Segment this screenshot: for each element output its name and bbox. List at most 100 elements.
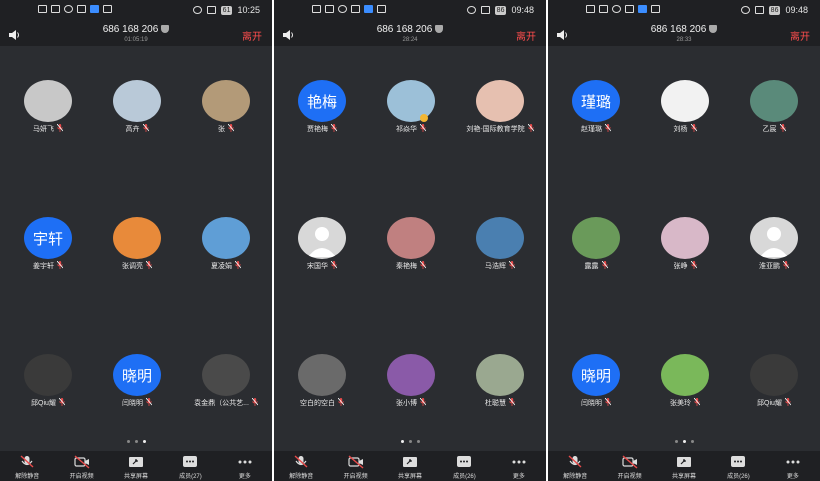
participant-tile[interactable]: 高卉 [92,80,182,134]
participant-tile[interactable]: 张调亮 [92,217,182,271]
members-button[interactable]: 成员(27) [163,451,217,481]
participant-tile[interactable]: 马妍飞 [3,80,93,134]
participant-tile[interactable]: 张美玲 [640,354,730,408]
participant-tile[interactable]: 空白的空白 [277,354,367,408]
unmute-icon [548,455,602,469]
participant-tile[interactable]: 张 [181,80,271,134]
toolbar-label: 共享屏幕 [672,474,697,480]
status-bar: 86 09:48 [274,0,546,24]
participant-tile[interactable]: 张峥 [640,217,730,271]
more-button[interactable]: 更多 [492,451,546,481]
mic-muted-icon [527,123,534,134]
participant-tile[interactable]: 宋国华 [277,217,367,271]
more-button[interactable]: 更多 [766,451,820,481]
mic-muted-icon [142,123,149,134]
mic-muted-icon [604,397,612,408]
share-screen-icon [109,455,163,469]
more-button[interactable]: 更多 [218,451,272,481]
share-screen-button[interactable]: 共享屏幕 [383,451,437,481]
participant-tile[interactable]: 张小博 [366,354,456,408]
participant-name: 赵瑾璐 [581,126,602,133]
participant-tile[interactable]: 杜聪慧 [455,354,545,408]
members-button[interactable]: 成员(26) [437,451,491,481]
members-button[interactable]: 成员(26) [711,451,765,481]
more-icon [766,455,820,469]
mic-muted-icon [58,397,66,408]
start-video-button[interactable]: 开启视频 [328,451,382,481]
leave-button[interactable]: 离开 [242,28,262,43]
participant-tile[interactable]: 宇轩 姜宇轩 [3,217,93,271]
meeting-timer: 28:24 [402,37,418,43]
share-screen-button[interactable]: 共享屏幕 [109,451,163,481]
avatar-initials: 艳梅 [298,80,346,122]
page-dot[interactable] [126,440,130,443]
security-shield-icon [435,25,444,33]
participant-name: 张小博 [396,400,417,407]
page-dot[interactable] [690,440,694,443]
page-dot[interactable] [142,440,146,443]
more-icon [492,455,546,469]
participant-tile[interactable]: 晓明闫晓明 [92,354,182,408]
meeting-number-row[interactable]: 686 168 206 [274,24,546,35]
meeting-panel: 86 09:48 686 168 206 28:24 离开艳梅 贾艳梅 祁焱华 刘艳-国际教育… [274,0,546,481]
participant-tile[interactable]: 袁金鼎（公共艺... [181,354,271,408]
participant-name-row: 杜聪慧 [455,397,545,408]
vibrate-icon [754,6,764,14]
participant-tile[interactable]: 祁焱华 [366,80,456,134]
start-video-button[interactable]: 开启视频 [54,451,108,481]
participant-tile[interactable]: 晓明 闫晓明 [551,354,641,408]
unmute-button[interactable]: 解除静音 [548,451,602,481]
app-icon [651,5,660,13]
mic-muted-icon [508,260,516,271]
toolbar-label: 开启视频 [617,474,642,480]
participant-tile[interactable]: 乙宸 [729,80,819,134]
participant-tile[interactable]: 瑾璐 赵瑾璐 [551,80,641,134]
page-dot[interactable] [416,440,420,443]
meeting-number-row[interactable]: 686 168 206 [0,24,272,35]
page-dot[interactable] [682,440,686,443]
participant-tile[interactable]: 夏凌娟 [181,217,271,271]
participant-tile[interactable]: 刘杨 [640,80,730,134]
alarm-icon [192,6,202,14]
members-icon [437,455,491,469]
participant-tile[interactable]: 邱Qiu耀 [3,354,93,408]
meeting-number: 686 168 206 [376,24,433,35]
participant-name-row: 袁金鼎（公共艺... [181,397,271,408]
share-screen-button[interactable]: 共享屏幕 [657,451,711,481]
avatar-initials: 晓明 [113,354,161,396]
participant-tile[interactable]: 邱Qiu耀 [729,354,819,408]
participant-tile[interactable]: 秦艳梅 [366,217,456,271]
unmute-button[interactable]: 解除静音 [0,451,54,481]
participant-name: 张调亮 [122,263,143,270]
participant-tile[interactable]: 马浩辉 [455,217,545,271]
avatar-photo [202,80,250,122]
participant-tile[interactable]: 露露 [551,217,641,271]
participant-name: 闫晓明 [122,400,143,407]
toolbar-label: 开启视频 [69,474,94,480]
default-avatar-icon [750,217,798,259]
unmute-button[interactable]: 解除静音 [274,451,328,481]
page-dot[interactable] [674,440,678,443]
mic-muted-icon [56,123,64,134]
participant-name-row: 邱Qiu耀 [3,397,93,408]
avatar-photo [476,217,524,259]
page-dot[interactable] [134,440,138,443]
page-dot[interactable] [408,440,412,443]
mic-muted-icon [145,397,153,408]
wifi-icon [64,5,73,13]
leave-button[interactable]: 离开 [790,28,810,43]
start-video-button[interactable]: 开启视频 [602,451,656,481]
participant-name: 姜宇轩 [33,263,54,270]
page-dot[interactable] [400,440,404,443]
sim-icon [38,5,47,13]
participant-name: 袁金鼎（公共艺... [194,400,249,407]
page-indicator [274,440,546,443]
meeting-number: 686 168 206 [650,24,707,35]
meeting-number-row[interactable]: 686 168 206 [548,24,820,35]
participant-tile[interactable]: 艳梅 贾艳梅 [277,80,367,134]
participant-tile[interactable]: 淮亚鹏 [729,217,819,271]
participant-tile[interactable]: 刘艳-国际教育学院 [455,80,545,134]
mic-muted-icon [779,123,786,134]
avatar-photo [661,80,709,122]
leave-button[interactable]: 离开 [516,28,536,43]
